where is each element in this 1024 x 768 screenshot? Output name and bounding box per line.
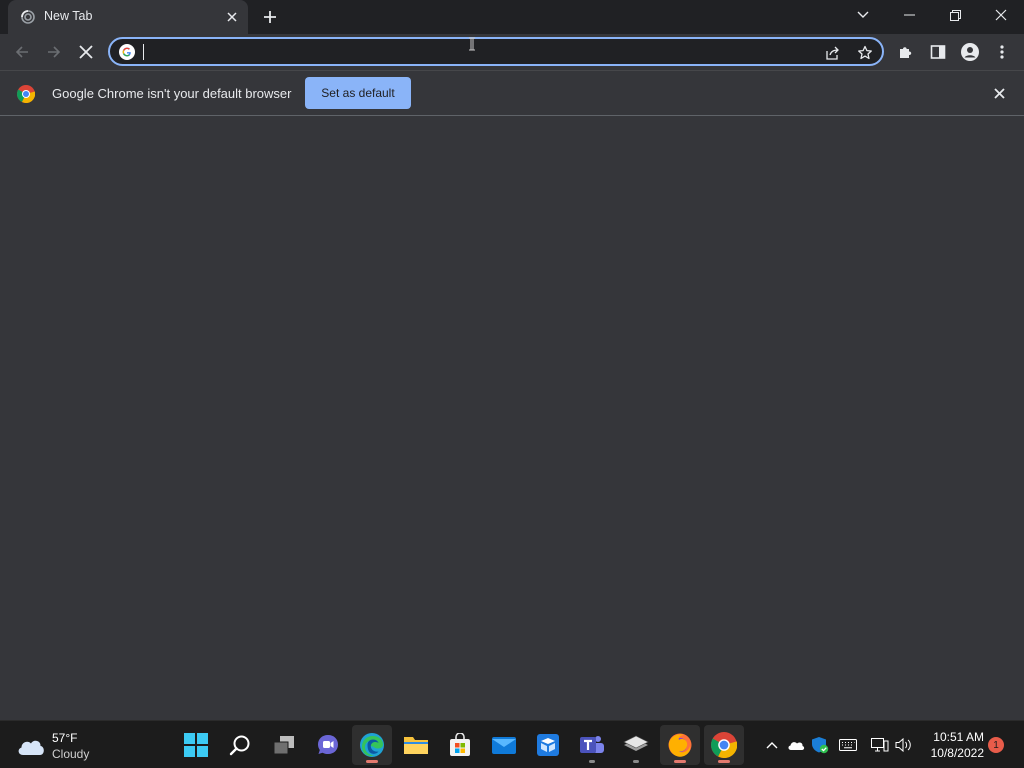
plus-icon xyxy=(264,11,276,23)
mail-icon xyxy=(492,737,516,754)
taskbar-chrome[interactable] xyxy=(704,725,744,765)
google-g-icon xyxy=(119,44,135,60)
arrow-right-icon xyxy=(48,46,61,58)
arrow-left-icon xyxy=(15,46,28,58)
taskbar-store-app[interactable] xyxy=(528,725,568,765)
share-icon xyxy=(826,46,839,60)
forward-button[interactable] xyxy=(40,38,68,66)
show-hidden-icons-button[interactable] xyxy=(762,735,782,755)
chevron-up-icon xyxy=(766,742,778,749)
running-indicator xyxy=(366,760,378,763)
infobar-message: Google Chrome isn't your default browser xyxy=(52,86,292,101)
weather-temperature: 57°F xyxy=(52,731,78,745)
taskbar-file-explorer[interactable] xyxy=(396,725,436,765)
omnibox[interactable] xyxy=(108,37,884,66)
clock-date: 10/8/2022 xyxy=(930,746,984,760)
text-caret xyxy=(143,44,144,60)
windows-logo-icon xyxy=(184,733,208,757)
store-bag-icon xyxy=(450,733,470,756)
menu-button[interactable] xyxy=(988,38,1016,66)
tab-title: New Tab xyxy=(44,9,93,23)
kebab-menu-icon xyxy=(1000,45,1004,59)
restore-icon xyxy=(949,9,961,21)
volume-tray[interactable] xyxy=(894,735,914,755)
chevron-down-icon xyxy=(857,11,869,18)
taskbar-microsoft-store[interactable] xyxy=(440,725,480,765)
onedrive-tray[interactable] xyxy=(786,735,806,755)
bookmark-button[interactable] xyxy=(854,42,876,64)
keyboard-icon xyxy=(839,739,857,751)
taskbar-layers-app[interactable] xyxy=(616,725,656,765)
taskbar-clock[interactable]: 10:51 AM 10/8/2022 xyxy=(920,729,984,761)
default-browser-infobar: Google Chrome isn't your default browser… xyxy=(0,70,1024,116)
security-tray[interactable] xyxy=(810,735,830,755)
loading-spinner-icon xyxy=(21,10,35,24)
infobar-close-button[interactable] xyxy=(990,84,1008,102)
network-monitor-icon xyxy=(871,738,889,752)
text-cursor-icon xyxy=(469,37,475,51)
tab-search-button[interactable] xyxy=(840,0,886,30)
taskbar-firefox[interactable] xyxy=(660,725,700,765)
teams-icon xyxy=(580,736,604,753)
taskbar-edge[interactable] xyxy=(352,725,392,765)
minimize-icon xyxy=(903,14,915,16)
minimize-button[interactable] xyxy=(886,0,932,30)
task-view-button[interactable] xyxy=(264,725,304,765)
page-content xyxy=(0,116,1024,720)
box-icon xyxy=(537,734,559,756)
touch-keyboard-tray[interactable] xyxy=(838,735,858,755)
speaker-icon xyxy=(895,737,911,753)
taskbar-mail[interactable] xyxy=(484,725,524,765)
taskbar: 57°F Cloudy 10:51 AM 10/8/2022 1 xyxy=(0,720,1024,768)
side-panel-button[interactable] xyxy=(924,38,952,66)
cloud-icon xyxy=(18,740,44,755)
task-view-icon xyxy=(273,736,294,755)
new-tab-button[interactable] xyxy=(258,5,282,29)
chrome-window: New Tab Google Chrome isn't your default… xyxy=(0,0,1024,720)
side-panel-icon xyxy=(930,45,946,59)
chat-icon xyxy=(318,735,338,754)
weather-widget[interactable]: 57°F Cloudy xyxy=(16,729,136,763)
running-indicator xyxy=(718,760,730,763)
share-button[interactable] xyxy=(822,42,844,64)
network-tray[interactable] xyxy=(870,735,890,755)
restore-button[interactable] xyxy=(932,0,978,30)
profile-button[interactable] xyxy=(956,38,984,66)
search-icon xyxy=(229,735,250,756)
running-indicator xyxy=(633,760,639,763)
weather-condition: Cloudy xyxy=(52,747,90,761)
close-icon xyxy=(227,12,237,22)
notification-badge[interactable]: 1 xyxy=(988,737,1004,753)
window-close-button[interactable] xyxy=(978,0,1024,30)
set-as-default-button[interactable]: Set as default xyxy=(305,77,411,109)
back-button[interactable] xyxy=(8,38,36,66)
running-indicator xyxy=(589,760,595,763)
onedrive-cloud-icon xyxy=(788,742,805,750)
close-icon xyxy=(79,45,93,59)
running-indicator xyxy=(674,760,686,763)
tab-new-tab[interactable]: New Tab xyxy=(8,0,248,34)
puzzle-icon xyxy=(900,47,912,58)
extensions-button[interactable] xyxy=(892,38,920,66)
close-icon xyxy=(995,9,1007,21)
tab-close-button[interactable] xyxy=(222,7,242,27)
star-icon xyxy=(858,45,872,60)
close-icon xyxy=(993,87,1005,99)
start-button[interactable] xyxy=(176,725,216,765)
chat-button[interactable] xyxy=(308,725,348,765)
stop-loading-button[interactable] xyxy=(72,38,100,66)
edge-icon xyxy=(360,733,384,757)
layers-icon xyxy=(623,735,649,751)
shield-check-icon xyxy=(812,737,829,754)
toolbar xyxy=(0,34,1024,70)
taskbar-teams[interactable] xyxy=(572,725,612,765)
clock-time: 10:51 AM xyxy=(933,730,984,744)
firefox-icon xyxy=(668,733,692,757)
chrome-icon xyxy=(711,732,737,758)
folder-icon xyxy=(404,737,428,754)
search-button[interactable] xyxy=(220,725,260,765)
chrome-logo-icon xyxy=(17,85,35,103)
tab-strip: New Tab xyxy=(0,0,1024,34)
avatar-icon xyxy=(961,43,979,61)
